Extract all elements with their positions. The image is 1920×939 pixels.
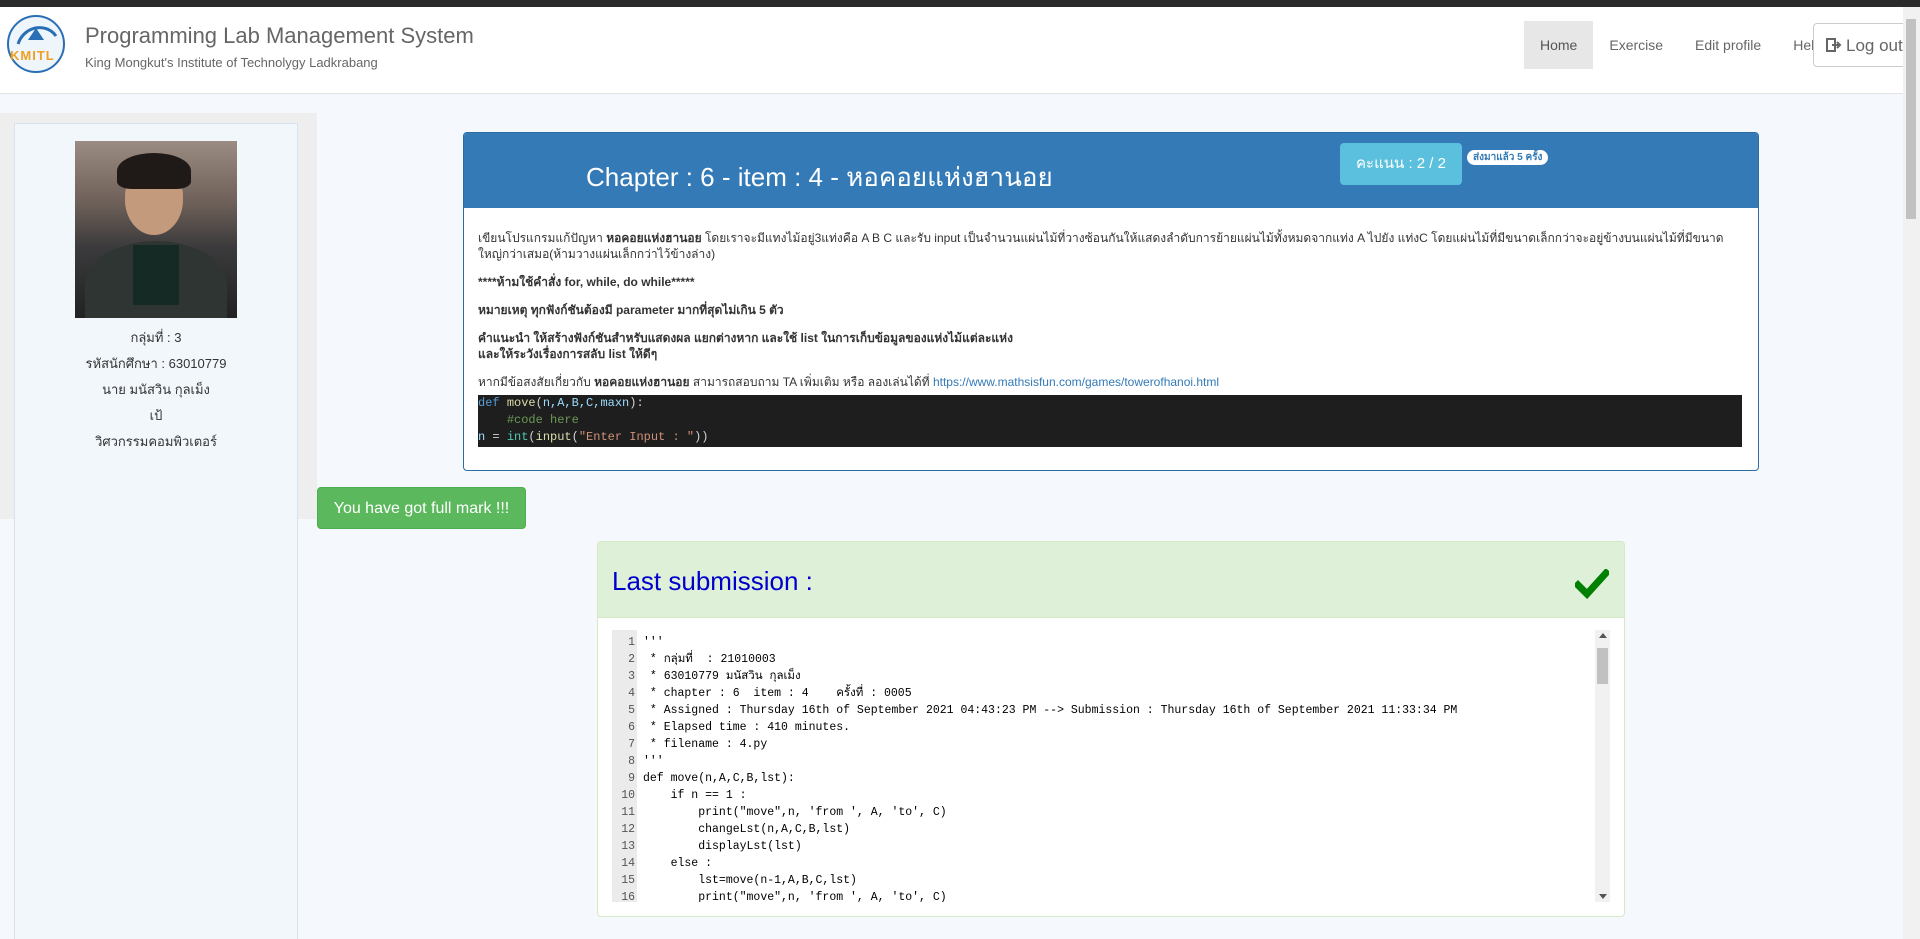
loop-rule: ****ห้ามใช้คำสั่ง for, while, do while**… — [478, 275, 695, 289]
code-editor[interactable]: 1 2 3 4 5 6 7 8 9 10 11 12 13 14 15 16 ''' * กลุ่มที่ :… — [612, 630, 1610, 902]
submission-count-badge: ส่งมาแล้ว 5 ครั้ง — [1467, 150, 1549, 165]
student-nickname: เป้ — [149, 408, 163, 423]
fn-name: move — [506, 396, 536, 410]
line-number: 11 — [621, 806, 635, 819]
last-submission-header: Last submission : — [598, 542, 1624, 618]
parameter-note: หมายเหตุ ทุกฟังก์ชันต้องมี parameter มาก… — [478, 303, 784, 317]
prompt-string: "Enter Input : " — [578, 430, 695, 444]
last-submission-title: Last submission : — [612, 566, 813, 596]
nav-exercise[interactable]: Exercise — [1593, 21, 1679, 69]
code-line: ''' — [643, 636, 664, 649]
kmitl-logo[interactable]: KMITL — [6, 14, 66, 74]
main-nav: Home Exercise Edit profile Help — [1524, 21, 1852, 69]
line-number: 5 — [628, 704, 635, 717]
code-line: * Assigned : Thursday 16th of September … — [643, 704, 1458, 717]
student-id: รหัสนักศึกษา : 63010779 — [85, 356, 227, 371]
code-line: displayLst(lst) — [643, 840, 802, 853]
student-name: นาย มนัสวิน กุลเม็ง — [102, 382, 210, 397]
code-line: * 63010779 มนัสวิน กุลเม็ง — [643, 670, 801, 683]
nav-home[interactable]: Home — [1524, 21, 1594, 69]
editor-scrollbar-thumb[interactable] — [1597, 648, 1608, 684]
problem-statement: เขียนโปรแกรมแก้ปัญหา หอคอยแห่งฮานอย โดยเ… — [478, 230, 1742, 262]
score-button[interactable]: คะแนน : 2 / 2 — [1340, 143, 1462, 185]
app-title[interactable]: Programming Lab Management System — [85, 23, 474, 49]
scroll-down-icon[interactable] — [1599, 894, 1607, 899]
line-number: 9 — [628, 772, 635, 785]
line-number: 6 — [628, 721, 635, 734]
builtin-input: input — [535, 430, 572, 444]
contact-text-c: สามารถสอบถาม TA เพิ่มเติม หรือ ลองเล่นได… — [692, 375, 930, 389]
line-number: 16 — [621, 891, 635, 902]
code-template: def move(n,A,B,C,maxn): #code here n = i… — [478, 395, 1742, 447]
logout-icon — [1826, 38, 1842, 52]
scroll-up-icon[interactable] — [1599, 633, 1607, 638]
code-line: * กลุ่มที่ : 21010003 — [643, 653, 776, 666]
contact-text-a: หากมีข้อสงสัยเกี่ยวกับ — [478, 375, 591, 389]
var-n: n — [478, 430, 486, 444]
app-subtitle: King Mongkut's Institute of Technolygy L… — [85, 55, 378, 70]
profile-sidebar: กลุ่มที่ : 3 รหัสนักศึกษา : 63010779 นาย… — [14, 123, 298, 939]
student-group: กลุ่มที่ : 3 — [130, 330, 182, 345]
avatar — [75, 141, 237, 318]
contact-text-bold: หอคอยแห่งฮานอย — [594, 375, 690, 389]
browser-top-strip — [0, 0, 1920, 7]
check-icon — [1575, 569, 1609, 599]
navbar: KMITL Programming Lab Management System … — [0, 7, 1920, 94]
code-line: if n == 1 : — [643, 789, 747, 802]
line-number: 15 — [621, 874, 635, 887]
code-line: changeLst(n,A,C,B,lst) — [643, 823, 851, 836]
code-line: * chapter : 6 item : 4 ครั้งที่ : 0005 — [643, 687, 912, 700]
kw-def: def — [478, 396, 500, 410]
tower-of-hanoi-link[interactable]: https://www.mathsisfun.com/games/towerof… — [933, 375, 1219, 389]
student-department: วิศวกรรมคอมพิวเตอร์ — [95, 434, 217, 449]
code-line: * Elapsed time : 410 minutes. — [643, 721, 851, 734]
line-number: 13 — [621, 840, 635, 853]
exercise-panel-header: Chapter : 6 - item : 4 - หอคอยแห่งฮานอย … — [464, 133, 1758, 208]
page-scrollbar[interactable] — [1903, 7, 1920, 939]
logout-label: Log out — [1846, 36, 1903, 55]
line-number: 3 — [628, 670, 635, 683]
builtin-int: int — [506, 430, 529, 444]
problem-text-bold: หอคอยแห่งฮานอย — [606, 231, 702, 245]
exercise-panel: Chapter : 6 - item : 4 - หอคอยแห่งฮานอย … — [463, 132, 1759, 471]
line-number-gutter: 1 2 3 4 5 6 7 8 9 10 11 12 13 14 15 16 — [612, 630, 637, 902]
exercise-title: Chapter : 6 - item : 4 - หอคอยแห่งฮานอย — [586, 162, 1053, 192]
line-number: 1 — [628, 636, 635, 649]
code-line: print("move",n, 'from ', A, 'to', C) — [643, 891, 947, 902]
code-line: ''' — [643, 755, 664, 768]
page-scrollbar-thumb[interactable] — [1906, 19, 1916, 219]
nav-edit-profile[interactable]: Edit profile — [1679, 21, 1777, 69]
line-number: 10 — [621, 789, 635, 802]
logo-text: KMITL — [10, 48, 55, 63]
code-line: else : — [643, 857, 713, 870]
last-submission-panel: Last submission : 1 2 3 4 5 6 7 8 9 10 11 12 13 14 15 1… — [597, 541, 1625, 917]
code-line: def move(n,A,C,B,lst): — [643, 772, 795, 785]
hint-line-2: และให้ระวังเรื่องการสลับ list ให้ดีๆ — [478, 347, 658, 361]
exercise-description: เขียนโปรแกรมแก้ปัญหา หอคอยแห่งฮานอย โดยเ… — [478, 230, 1742, 402]
problem-text-a: เขียนโปรแกรมแก้ปัญหา — [478, 231, 603, 245]
code-line: print("move",n, 'from ', A, 'to', C) — [643, 806, 947, 819]
code-comment: #code here — [506, 413, 579, 427]
line-number: 12 — [621, 823, 635, 836]
line-number: 8 — [628, 755, 635, 768]
line-number: 4 — [628, 687, 635, 700]
code-line: * filename : 4.py — [643, 738, 768, 751]
editor-scrollbar[interactable] — [1595, 630, 1610, 902]
full-mark-button[interactable]: You have got full mark !!! — [317, 487, 526, 529]
fn-params: n,A,B,C,maxn — [542, 396, 630, 410]
contact-line: หากมีข้อสงสัยเกี่ยวกับ หอคอยแห่งฮานอย สา… — [478, 374, 1742, 390]
line-number: 2 — [628, 653, 635, 666]
code-line: lst=move(n-1,A,B,C,lst) — [643, 874, 857, 887]
hint-line-1: คำแนะนำ ให้สร้างฟังก์ชันสำหรับแสดงผล แยก… — [478, 331, 1013, 345]
line-number: 14 — [621, 857, 635, 870]
line-number: 7 — [628, 738, 635, 751]
